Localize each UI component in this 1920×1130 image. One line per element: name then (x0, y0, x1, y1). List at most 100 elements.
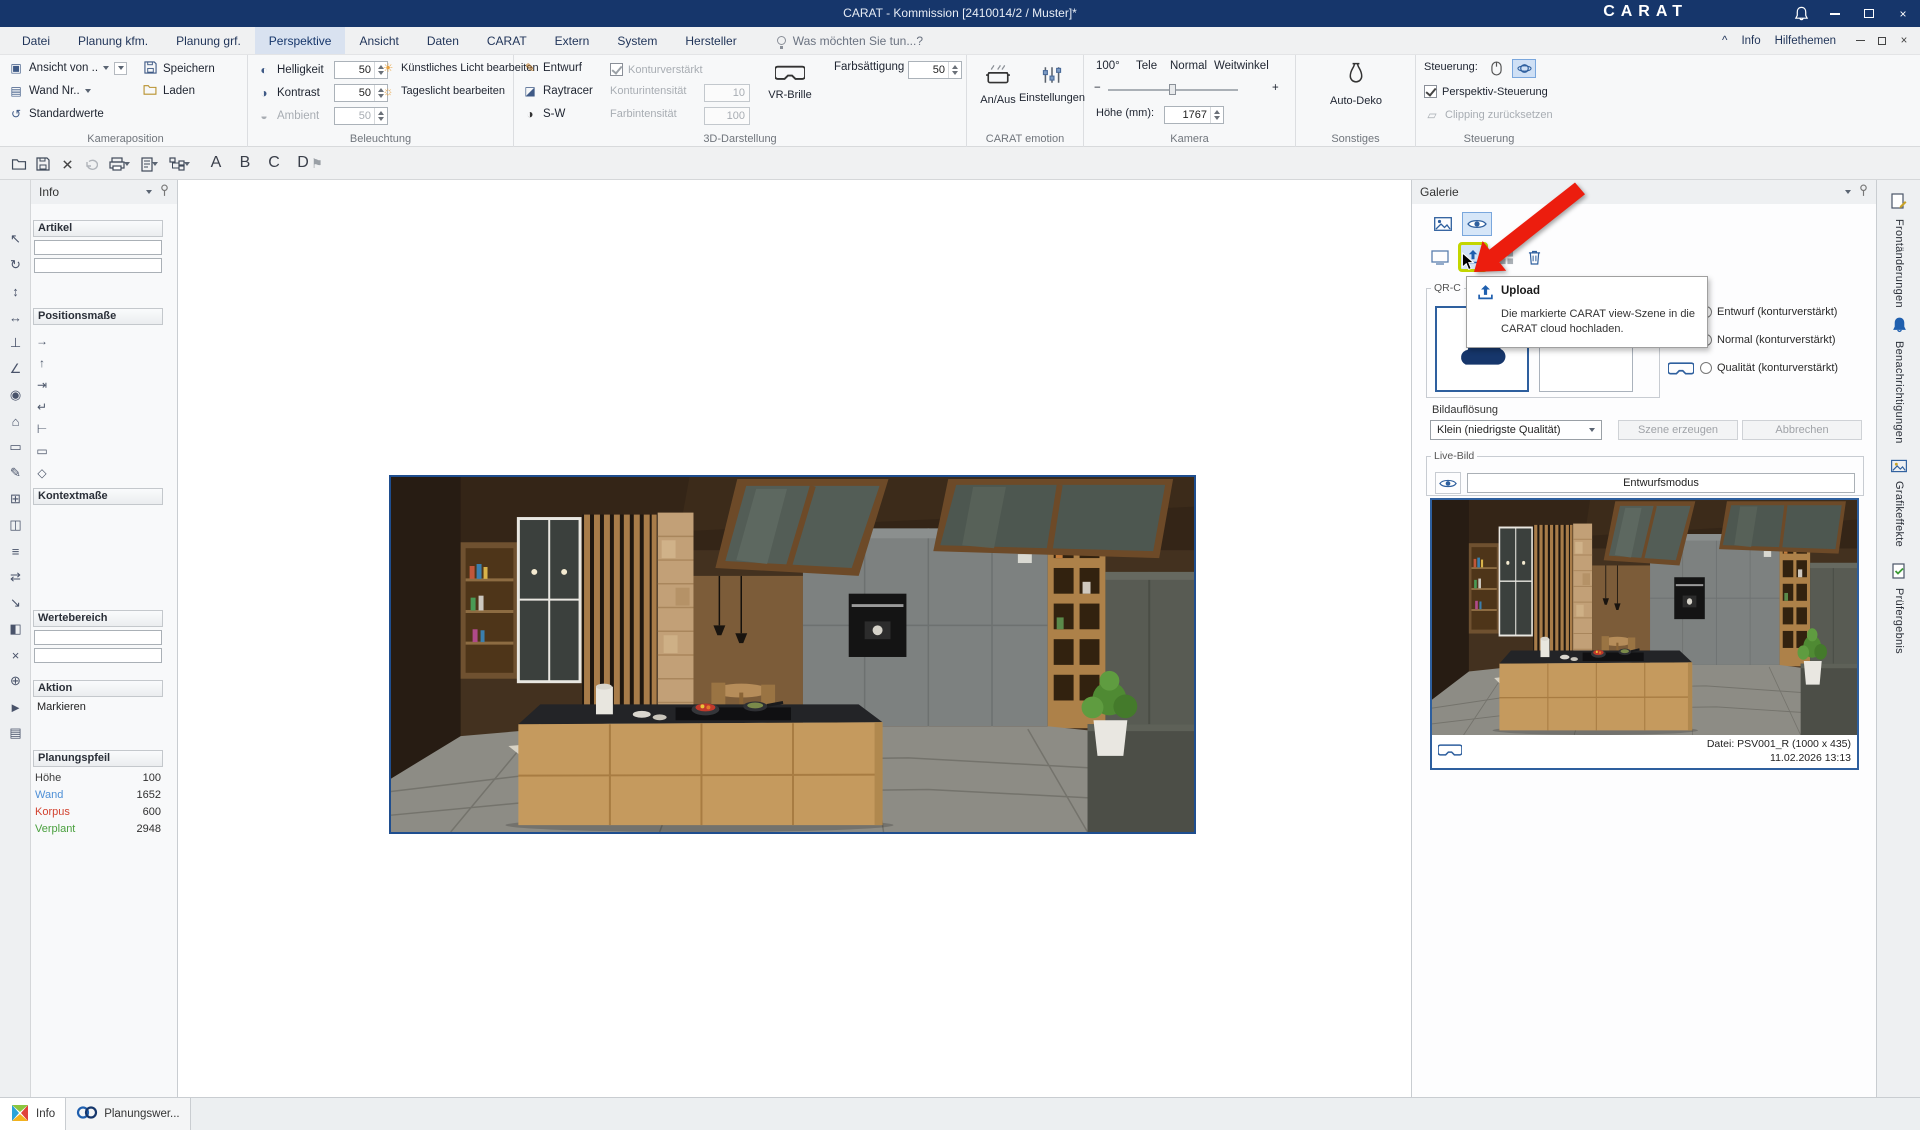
return-icon[interactable]: ↵ (33, 396, 51, 418)
diagonal-icon[interactable]: ↘ (0, 590, 31, 616)
zoom-out-label[interactable]: − (1094, 82, 1101, 94)
gallery-scenes-button[interactable] (1462, 212, 1492, 236)
minimize-button[interactable] (1818, 0, 1852, 27)
option-normal[interactable]: Normal (konturverstärkt) (1700, 334, 1836, 346)
scene-thumbnail[interactable]: Datei: PSV001_R (1000 x 435) 11.02.2026 … (1430, 498, 1859, 770)
farbsaettigung-spinner[interactable]: 50 (908, 61, 962, 79)
szene-erzeugen-button[interactable]: Szene erzeugen (1618, 420, 1738, 440)
upload-button[interactable] (1458, 242, 1488, 272)
option-entwurf[interactable]: Entwurf (konturverstärkt) (1700, 306, 1837, 318)
rectangle-icon[interactable]: ▭ (0, 434, 31, 460)
gallery-images-button[interactable] (1428, 212, 1458, 236)
dimension-icon[interactable]: ⊢ (33, 418, 51, 440)
menu-tab[interactable]: Hersteller (671, 27, 750, 54)
close-button[interactable]: × (1886, 0, 1920, 27)
grid-icon[interactable]: ⊞ (0, 486, 31, 512)
perpendicular-icon[interactable]: ⊥ (0, 330, 31, 356)
rotate-icon[interactable]: ↻ (0, 252, 31, 278)
doc-close-button[interactable]: × (1894, 31, 1914, 51)
close-view-icon[interactable] (56, 153, 78, 175)
zoom-in-label[interactable]: + (1272, 82, 1279, 94)
tell-me-search[interactable]: Was möchten Sie tun...? (777, 27, 923, 54)
mouse-control-button[interactable] (1484, 59, 1508, 78)
weitwinkel-button[interactable]: Weitwinkel (1214, 60, 1269, 72)
pin-icon[interactable] (1859, 184, 1868, 200)
live-bild-eye-button[interactable] (1435, 472, 1461, 494)
arrow-right-icon[interactable]: → (33, 330, 51, 352)
notifications-bell-icon[interactable] (1784, 0, 1818, 27)
split-icon[interactable]: ◫ (0, 512, 31, 538)
arrow-up-icon[interactable]: ↑ (33, 352, 51, 374)
preview-dropdown-icon[interactable] (152, 162, 158, 166)
view-button[interactable]: C (264, 150, 284, 176)
chevron-down-icon[interactable] (1845, 190, 1851, 194)
view-button[interactable]: A (206, 150, 226, 176)
help-link[interactable]: Hilfethemen (1775, 35, 1836, 47)
grafikeffekte-tab[interactable]: Grafikeffekte (1877, 459, 1920, 547)
maximize-button[interactable] (1852, 0, 1886, 27)
info-link[interactable]: Info (1741, 35, 1760, 47)
box-icon[interactable]: ▭ (33, 440, 51, 462)
pin-icon[interactable] (160, 184, 169, 200)
ansicht-von-button[interactable]: ▣ Ansicht von .. (8, 61, 127, 75)
open-folder-icon[interactable] (8, 153, 30, 175)
raytracer-button[interactable]: ◪ Raytracer (522, 84, 593, 98)
sw-button[interactable]: ◑ S-W (522, 107, 565, 121)
arrow-bar-icon[interactable]: ⇥ (33, 374, 51, 396)
chevron-down-icon[interactable] (146, 190, 152, 194)
artikel-input[interactable] (34, 240, 162, 255)
orbit-control-button[interactable] (1512, 59, 1536, 78)
play-icon[interactable]: ► (0, 694, 31, 720)
pruefergebnis-tab[interactable]: Prüfergebnis (1877, 563, 1920, 654)
view-button[interactable]: B (235, 150, 255, 176)
move-vertical-icon[interactable]: ↕ (0, 278, 31, 304)
target-icon[interactable]: ◉ (0, 382, 31, 408)
doc-restore-button[interactable] (1872, 31, 1892, 51)
normal-button[interactable]: Normal (1170, 60, 1207, 72)
angle-icon[interactable]: ∠ (0, 356, 31, 382)
radio-icon[interactable] (1700, 362, 1712, 374)
perspective-render-image[interactable] (389, 475, 1196, 834)
menu-tab[interactable]: Perspektive (255, 27, 346, 54)
tele-button[interactable]: Tele (1136, 60, 1157, 72)
benachrichtigungen-tab[interactable]: Benachrichtigungen (1877, 316, 1920, 444)
delete-scene-button[interactable] (1522, 246, 1546, 268)
delete-icon[interactable]: × (0, 642, 31, 668)
tile-view-button[interactable] (1494, 246, 1518, 268)
wand-nr-button[interactable]: ▤ Wand Nr.. (8, 84, 91, 98)
move-horizontal-icon[interactable]: ↔ (0, 304, 31, 330)
menu-tab[interactable]: CARAT (473, 27, 541, 54)
speichern-button[interactable]: Speichern (142, 61, 215, 77)
wertebereich-input-2[interactable] (34, 648, 162, 663)
entwurf-button[interactable]: ✎ Entwurf (522, 61, 582, 75)
laden-button[interactable]: Laden (142, 84, 195, 98)
new-scene-button[interactable] (1426, 244, 1454, 270)
menu-tab[interactable]: Daten (413, 27, 473, 54)
save-icon[interactable] (32, 153, 54, 175)
wertebereich-input[interactable] (34, 630, 162, 645)
table-icon[interactable]: ▤ (0, 720, 31, 746)
tree-dropdown-icon[interactable] (184, 162, 190, 166)
emotion-einstellungen-button[interactable]: Einstellungen (1023, 65, 1081, 104)
standardwerte-button[interactable]: ↺ Standardwerte (8, 107, 104, 121)
planning-canvas[interactable] (178, 180, 1411, 1097)
add-icon[interactable]: ⊕ (0, 668, 31, 694)
collapse-ribbon-caret-icon[interactable]: ^ (1722, 35, 1727, 47)
swap-icon[interactable]: ⇄ (0, 564, 31, 590)
list-icon[interactable]: ≡ (0, 538, 31, 564)
bildaufloesung-dropdown[interactable]: Klein (niedrigste Qualität) (1430, 420, 1602, 440)
menu-tab[interactable]: Planung kfm. (64, 27, 162, 54)
pencil-icon[interactable]: ✎ (0, 460, 31, 486)
menu-tab[interactable]: Ansicht (345, 27, 412, 54)
half-fill-icon[interactable]: ◧ (0, 616, 31, 642)
bottom-tab-info[interactable]: Info (0, 1098, 66, 1130)
abbrechen-button[interactable]: Abbrechen (1742, 420, 1862, 440)
emotion-an-aus-button[interactable]: An/Aus (975, 63, 1021, 106)
room-icon[interactable]: ⌂ (0, 408, 31, 434)
entwurfsmodus-field[interactable]: Entwurfsmodus (1467, 473, 1855, 493)
bottom-tab-planungswerkstatt[interactable]: Planungswer... (66, 1098, 190, 1130)
vr-brille-button[interactable]: VR-Brille (766, 65, 814, 101)
flag-icon[interactable]: ⚑ (306, 153, 328, 175)
menu-tab[interactable]: Datei (8, 27, 64, 54)
artikel-input-2[interactable] (34, 258, 162, 273)
